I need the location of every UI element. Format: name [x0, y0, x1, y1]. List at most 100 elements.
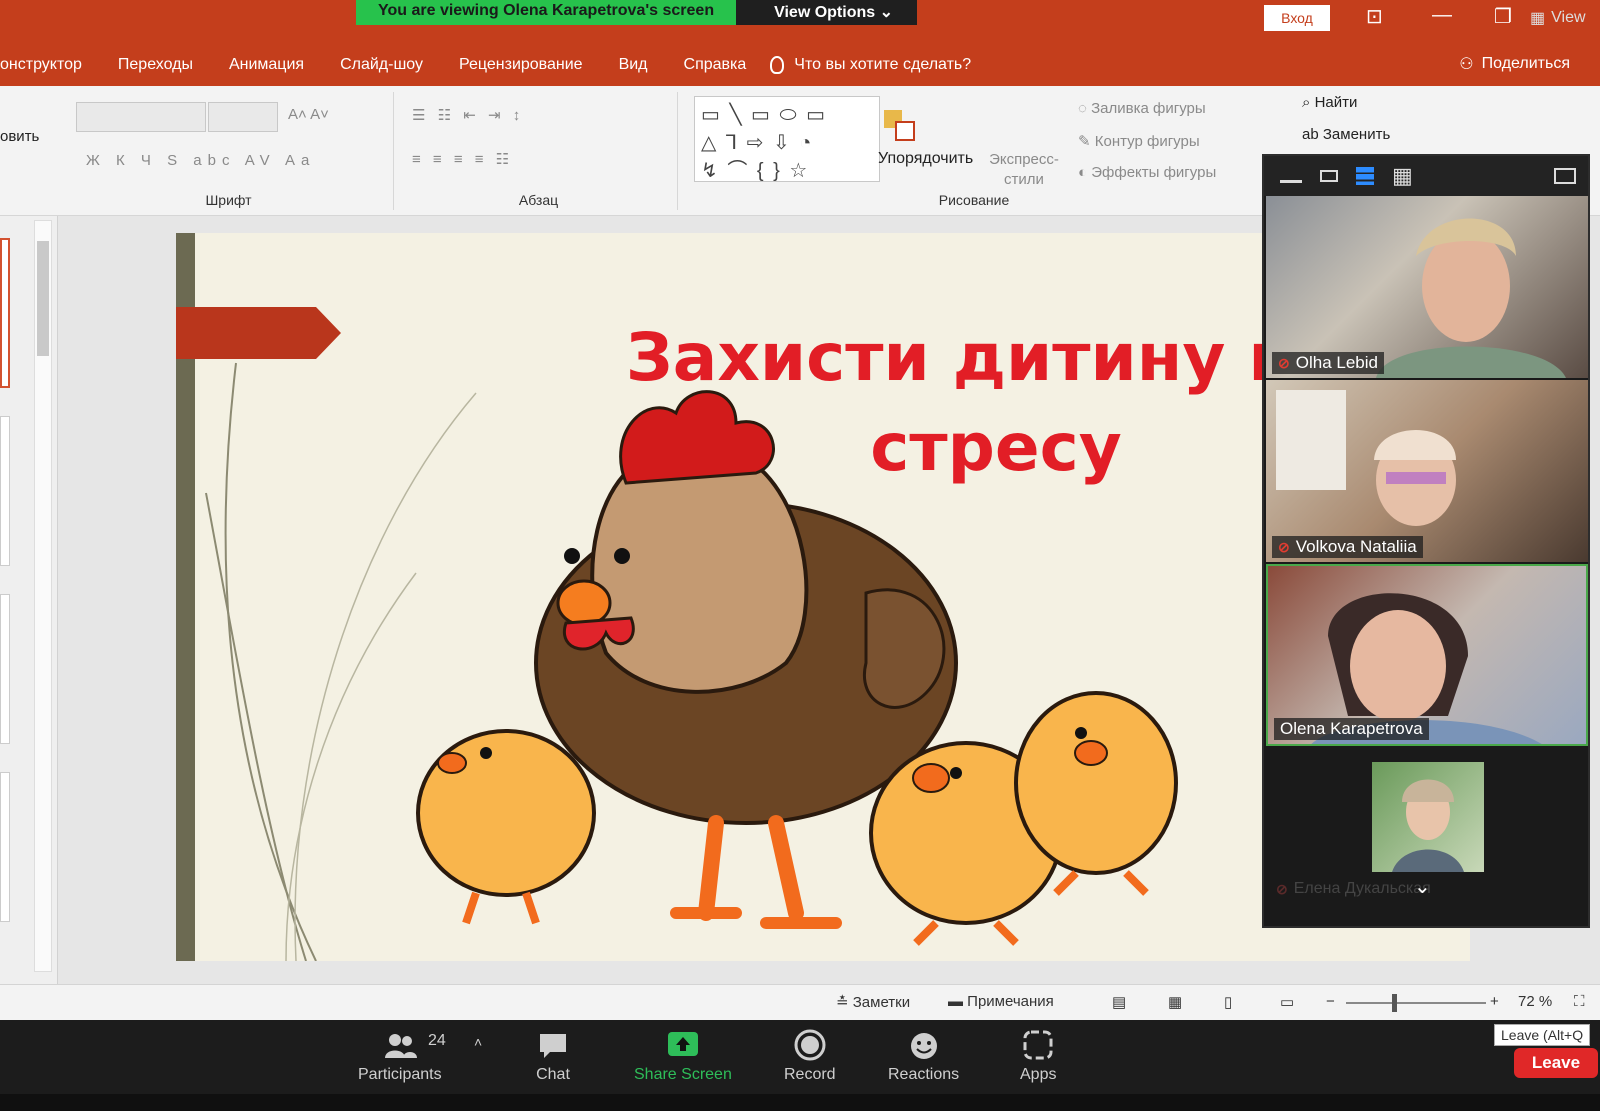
view-options-label: View Options — [774, 4, 876, 21]
shape-fill-button[interactable]: ◌ Заливка фигуры — [1078, 100, 1206, 117]
align-icons[interactable]: ≡ ≡ ≡ ≡ ☷ — [412, 150, 513, 168]
chat-button[interactable]: Chat — [536, 1028, 570, 1084]
video-tile-active-speaker[interactable]: Olena Karapetrova — [1266, 564, 1588, 746]
normal-view-icon[interactable]: ▤ — [1112, 993, 1126, 1011]
video-tile[interactable]: ⊘ Olha Lebid — [1266, 196, 1588, 378]
tab-animations[interactable]: Анимация — [211, 56, 322, 74]
slide-thumbnail-panel[interactable] — [0, 216, 58, 984]
font-format-icons[interactable]: Ж К Ч S abc AV Aa — [86, 152, 315, 169]
shape-effects-button[interactable]: ◐ Эффекты фигуры — [1078, 164, 1216, 181]
find-button[interactable]: ⌕ Найти — [1302, 94, 1357, 111]
slide-thumbnail[interactable] — [0, 238, 10, 388]
reactions-button[interactable]: Reactions — [888, 1028, 959, 1084]
slide-thumbnail[interactable] — [0, 594, 10, 744]
font-grow-icon[interactable]: A˄ A˅ — [288, 106, 329, 123]
share-button[interactable]: ⚇ Поделиться — [1459, 54, 1570, 74]
red-arrow-banner — [176, 307, 341, 359]
view-options-button[interactable]: View Options ⌄ — [736, 0, 918, 25]
share-screen-button[interactable]: Share Screen — [634, 1028, 732, 1084]
tab-slideshow[interactable]: Слайд-шоу — [322, 56, 441, 74]
drawing-group-label: Рисование — [938, 192, 1010, 208]
slide-sorter-icon[interactable]: ▦ — [1168, 993, 1182, 1011]
mic-muted-icon: ⊘ — [1278, 354, 1290, 371]
tab-transitions[interactable]: Переходы — [100, 56, 211, 74]
participant-avatar — [1392, 779, 1464, 872]
sign-in-button[interactable]: Вход — [1264, 5, 1330, 31]
mic-muted-icon: ⊘ — [1276, 880, 1288, 897]
scrollbar-thumb[interactable] — [37, 241, 49, 356]
zoom-level[interactable]: 72 % — [1518, 993, 1552, 1010]
zoom-slider[interactable] — [1346, 1002, 1486, 1004]
gallery-view-icon[interactable]: ▦ — [1392, 165, 1414, 187]
paragraph-group-label: Абзац — [518, 192, 559, 208]
reactions-label: Reactions — [888, 1066, 960, 1083]
participant-name: Елена Дукальская — [1293, 880, 1431, 897]
leave-tooltip: Leave (Alt+Q — [1494, 1024, 1591, 1046]
zoom-video-panel: ▦ ⊘ Olha Lebid ⊘ Volkova Nataliia Olena … — [1262, 154, 1590, 928]
participant-avatar — [1376, 218, 1566, 378]
record-label: Record — [784, 1066, 836, 1083]
participants-icon — [384, 1034, 417, 1058]
participant-name-tag: ⊘ Volkova Nataliia — [1272, 536, 1423, 558]
bottom-strip — [0, 1094, 1600, 1111]
minimize-panel-icon[interactable] — [1280, 169, 1302, 183]
reactions-icon — [910, 1033, 937, 1059]
zoom-in-icon[interactable]: + — [1490, 993, 1499, 1010]
video-thumbnail[interactable] — [1372, 762, 1484, 872]
replace-button[interactable]: ab Заменить — [1302, 126, 1390, 143]
pin-panel-icon[interactable] — [1554, 168, 1576, 184]
slide-thumbnail[interactable] — [0, 772, 10, 922]
apps-button[interactable]: Apps — [1020, 1028, 1056, 1084]
arrange-button[interactable]: Упорядочить — [878, 150, 973, 168]
viewing-screen-label: You are viewing Olena Karapetrova's scre… — [356, 0, 737, 25]
tell-me-box[interactable]: Что вы хотите сделать? — [770, 56, 971, 74]
thumbnail-scrollbar[interactable] — [34, 220, 52, 972]
zoom-view-button[interactable]: ▦ View — [1530, 8, 1586, 28]
grid-view-icon: ▦ — [1530, 10, 1546, 27]
ribbon-display-icon[interactable]: ⊡ — [1366, 4, 1383, 29]
quick-styles-button[interactable]: Экспресс-стили — [984, 150, 1064, 190]
participants-caret-icon[interactable]: ˄ — [474, 1034, 482, 1050]
participant-name: Volkova Nataliia — [1295, 537, 1417, 556]
restore-icon[interactable]: ❐ — [1494, 4, 1512, 29]
tab-design[interactable]: онструктор — [0, 56, 100, 74]
list-icons[interactable]: ☰ ☷ ⇤ ⇥ ↕ — [412, 106, 524, 124]
tab-view[interactable]: Вид — [601, 56, 666, 74]
share-label: Поделиться — [1481, 55, 1570, 72]
slide-thumbnail[interactable] — [0, 416, 10, 566]
drawing-group: ▭ ╲ ▭ ⬭ ▭ △ ⅂ ⇨ ⇩ ◔ ↯ ⌒ { } ☆ Упорядочить … — [684, 92, 1264, 210]
leave-button[interactable]: Leave — [1514, 1048, 1598, 1078]
tab-help[interactable]: Справка — [666, 56, 765, 74]
font-name-box[interactable] — [76, 102, 206, 132]
comments-button[interactable]: ▬ Примечания — [948, 993, 1054, 1010]
record-icon — [794, 1029, 826, 1061]
minimize-icon[interactable]: — — [1432, 4, 1452, 27]
paragraph-group: ☰ ☷ ⇤ ⇥ ↕ ≡ ≡ ≡ ≡ ☷ Абзац — [400, 92, 678, 210]
shapes-gallery[interactable]: ▭ ╲ ▭ ⬭ ▭ △ ⅂ ⇨ ⇩ ◔ ↯ ⌒ { } ☆ — [694, 96, 880, 182]
fit-slide-icon[interactable]: ⛶ — [1574, 993, 1585, 1010]
zoom-slider-thumb[interactable] — [1392, 994, 1397, 1012]
mic-muted-icon: ⊘ — [1278, 538, 1290, 555]
shape-outline-button[interactable]: ✎ Контур фигуры — [1078, 132, 1200, 150]
zoom-out-icon[interactable]: − — [1326, 993, 1335, 1010]
chat-label: Chat — [536, 1066, 570, 1083]
arrange-icon — [880, 106, 915, 146]
slideshow-icon[interactable]: ▭ — [1280, 993, 1294, 1011]
chat-icon — [540, 1034, 566, 1058]
notes-button[interactable]: ≛ Заметки — [836, 993, 910, 1011]
strip-view-icon[interactable] — [1356, 167, 1374, 185]
participant-name-tag: ⊘ Olha Lebid — [1272, 352, 1384, 374]
view-label: View — [1551, 9, 1586, 26]
participant-name: Olha Lebid — [1295, 353, 1378, 372]
person-icon: ⚇ — [1459, 56, 1474, 73]
chevron-down-icon[interactable]: ⌄ — [1414, 874, 1431, 899]
video-tile[interactable]: ⊘ Volkova Nataliia — [1266, 380, 1588, 562]
record-button[interactable]: Record — [784, 1028, 836, 1084]
tab-review[interactable]: Рецензирование — [441, 56, 601, 74]
font-size-box[interactable] — [208, 102, 278, 132]
single-view-icon[interactable] — [1320, 170, 1338, 182]
restore-slide-fragment[interactable]: овить — [0, 128, 39, 145]
participant-name-tag: Olena Karapetrova — [1274, 718, 1429, 740]
share-screen-label: Share Screen — [634, 1066, 732, 1083]
reading-view-icon[interactable]: ▯ — [1224, 993, 1232, 1011]
